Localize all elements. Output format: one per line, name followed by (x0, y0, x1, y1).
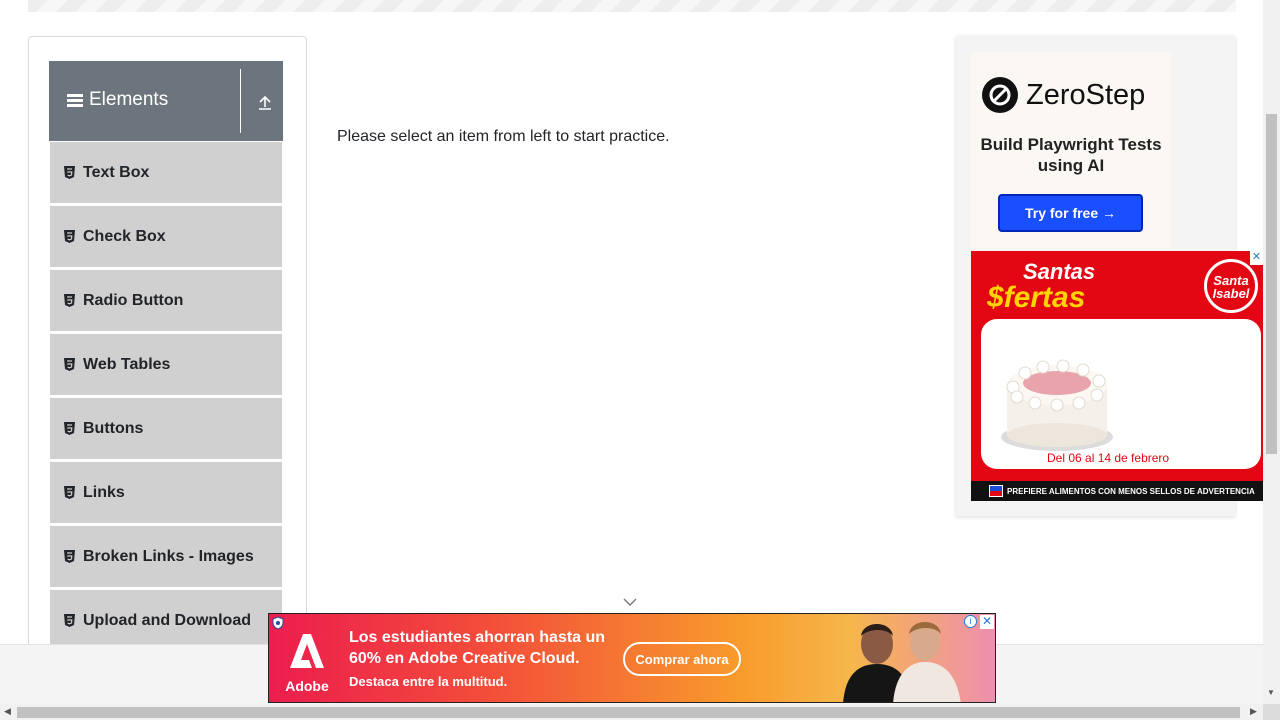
scrollbar-corner (1263, 704, 1280, 720)
left-panel: Elements Text Box Check Box Radio Button… (28, 36, 307, 696)
sidebar-item-label: Buttons (83, 419, 144, 437)
menu-list: Text Box Check Box Radio Button Web Tabl… (49, 141, 283, 653)
html5-icon (64, 422, 75, 435)
sidebar-item-label: Web Tables (83, 355, 171, 373)
vertical-scrollbar[interactable]: ▼ (1263, 0, 1280, 704)
html5-icon (64, 486, 75, 499)
sidebar-item-label: Broken Links - Images (83, 547, 254, 565)
close-icon[interactable]: ✕ (980, 615, 994, 629)
sidebar-item-label: Check Box (83, 227, 166, 245)
html5-icon (64, 550, 75, 563)
cake-image (1001, 359, 1113, 451)
html5-icon (64, 358, 75, 371)
horizontal-scroll-thumb[interactable] (17, 707, 1240, 718)
sidebar-item-check-box[interactable]: Check Box (49, 205, 283, 269)
zerostep-ad[interactable]: ZeroStep Build Playwright Tests using AI… (971, 52, 1171, 248)
ofertas-title: $fertas (987, 281, 1086, 314)
chevron-down-icon[interactable] (623, 598, 637, 607)
promo-date: Del 06 al 14 de febrero (1047, 451, 1170, 465)
scroll-right-arrow-icon[interactable]: ▶ (1250, 706, 1257, 717)
sidebar-item-label: Radio Button (83, 291, 184, 309)
sidebar-item-web-tables[interactable]: Web Tables (49, 333, 283, 397)
collapse-arrow-icon[interactable] (256, 94, 274, 112)
adobe-ad-banner[interactable]: Adobe Los estudiantes ahorran hasta un 6… (268, 613, 996, 703)
scroll-left-arrow-icon[interactable]: ◀ (4, 706, 11, 717)
sidebar-item-label: Links (83, 483, 125, 501)
horizontal-scrollbar[interactable]: ◀ ▶ (0, 704, 1263, 720)
footer-text: PREFIERE ALIMENTOS CON MENOS SELLOS DE A… (1007, 486, 1255, 496)
sidebar-item-links[interactable]: Links (49, 461, 283, 525)
zerostep-logo-icon (982, 77, 1018, 113)
html5-icon (64, 166, 75, 179)
group-title-label: Elements (89, 89, 169, 110)
adobe-wordmark: Adobe (285, 678, 329, 694)
top-banner (28, 0, 1236, 12)
html5-icon (64, 294, 75, 307)
zerostep-brand: ZeroStep (1026, 78, 1146, 111)
chile-flag-icon (989, 485, 1003, 497)
comprar-ahora-button[interactable]: Comprar ahora (623, 642, 741, 676)
hamburger-icon (67, 93, 83, 107)
group-title: Elements (67, 89, 168, 111)
html5-icon (64, 230, 75, 243)
product-card: Del 06 al 14 de febrero (981, 319, 1261, 469)
sidebar-item-broken-links-images[interactable]: Broken Links - Images (49, 525, 283, 589)
elements-group-header[interactable]: Elements (49, 61, 283, 141)
adobe-a-icon (283, 632, 331, 678)
html5-icon (64, 614, 75, 627)
close-icon[interactable]: ✕ (1250, 251, 1263, 265)
adobe-headline: Los estudiantes ahorran hasta un 60% en … (349, 629, 606, 667)
sidebar-item-label: Text Box (83, 163, 150, 181)
santa-isabel-logo: Santa Isabel (1204, 259, 1258, 313)
scroll-down-arrow-icon[interactable]: ▼ (1267, 688, 1275, 697)
adobe-subline: Destaca entre la multitud. (349, 674, 508, 689)
sidebar-item-label: Upload and Download (83, 611, 251, 629)
adobe-logo: Adobe (283, 632, 331, 694)
sidebar-item-text-box[interactable]: Text Box (49, 141, 283, 205)
zerostep-logo: ZeroStep (982, 77, 1145, 113)
info-icon[interactable]: i (964, 615, 977, 628)
try-for-free-button[interactable]: Try for free → (998, 194, 1143, 232)
header-divider (240, 69, 241, 133)
practice-instruction: Please select an item from left to start… (337, 128, 670, 145)
sidebar-item-radio-button[interactable]: Radio Button (49, 269, 283, 333)
models-photo (843, 622, 961, 702)
sidebar-item-buttons[interactable]: Buttons (49, 397, 283, 461)
santa-isabel-ad[interactable]: Santas $fertas Santa Isabel Del 06 al 14… (971, 251, 1263, 501)
ad-choices-icon[interactable] (271, 616, 285, 630)
vertical-scroll-thumb[interactable] (1266, 114, 1277, 454)
zerostep-tagline: Build Playwright Tests using AI (980, 135, 1162, 175)
santa-isabel-footer: PREFIERE ALIMENTOS CON MENOS SELLOS DE A… (971, 481, 1263, 501)
